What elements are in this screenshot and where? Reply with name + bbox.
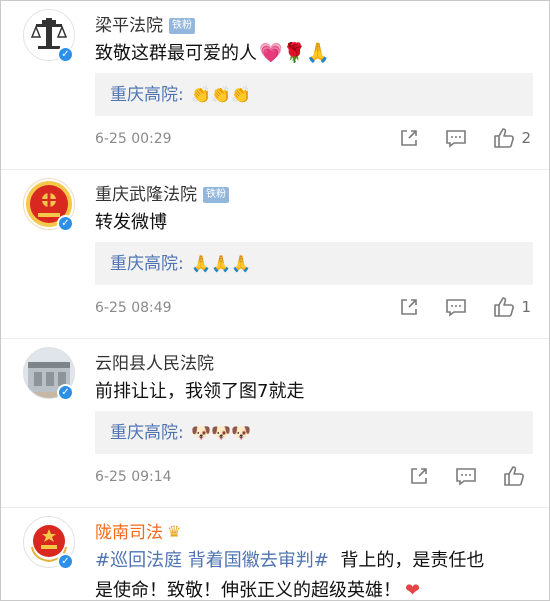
thumbs-up-icon (494, 128, 515, 148)
action-bar (383, 465, 531, 487)
share-button[interactable] (399, 128, 419, 148)
share-button[interactable] (409, 466, 429, 486)
comment-text-content: 致敬这群最可爱的人 (95, 43, 257, 64)
thumbs-up-icon (494, 297, 515, 317)
crown-icon: ♛ (167, 522, 182, 541)
comment-text-part: 是使命！致敬！伸张正义的超级英雄！ (95, 580, 401, 601)
comment-item: ✓ 陇南司法 ♛ #巡回法庭 背着国徽去审判# 背上的，是责任也 是使命！致敬！伸… (1, 508, 549, 601)
fan-badge: 铁粉 (169, 18, 195, 34)
comment-text-part: 背上的，是责任也 (328, 550, 485, 571)
timestamp: 6-25 09:14 (95, 469, 172, 485)
reply-quote[interactable]: 重庆高院: 👏👏👏 (95, 73, 533, 116)
comment-item: ✓ 梁平法院 铁粉 致敬这群最可爱的人 💗🌹🙏 重庆高院: 👏👏👏 6-25 00:… (1, 1, 549, 170)
verified-icon: ✓ (57, 553, 74, 570)
quote-author[interactable]: 重庆高院: (110, 423, 184, 443)
comment-list: ✓ 梁平法院 铁粉 致敬这群最可爱的人 💗🌹🙏 重庆高院: 👏👏👏 6-25 00:… (0, 0, 550, 601)
heart-icon: ❤ (405, 580, 421, 601)
thumbs-up-icon (504, 466, 524, 486)
comment-item: ✓ 重庆武隆法院 铁粉 转发微博 重庆高院: 🙏🙏🙏 6-25 08:49 1 (1, 170, 549, 339)
quote-emoji: 🐶🐶🐶 (191, 423, 251, 442)
quote-author[interactable]: 重庆高院: (110, 85, 184, 105)
verified-icon: ✓ (57, 46, 74, 63)
action-bar: 2 (373, 127, 531, 149)
reply-quote[interactable]: 重庆高院: 🐶🐶🐶 (95, 411, 533, 454)
commenter-name-text[interactable]: 陇南司法 (95, 523, 163, 543)
comment-text: 前排让让，我领了图7就走 (95, 381, 305, 402)
comment-text: 转发微博 (95, 208, 167, 234)
comment-text-content: 转发微博 (95, 212, 167, 233)
comment-text: #巡回法庭 背着国徽去审判# 背上的，是责任也 是使命！致敬！伸张正义的超级英雄… (95, 546, 535, 601)
like-button[interactable]: 2 (493, 127, 531, 149)
action-bar: 1 (373, 296, 531, 318)
comment-button[interactable] (455, 466, 477, 486)
like-button[interactable] (503, 465, 531, 487)
fan-badge: 铁粉 (203, 187, 229, 203)
commenter-name[interactable]: 重庆武隆法院 铁粉 (95, 180, 229, 205)
verified-icon: ✓ (57, 215, 74, 232)
hashtag-link[interactable]: #巡回法庭 背着国徽去审判# (95, 550, 329, 571)
like-count: 2 (521, 129, 531, 147)
comment-text: 致敬这群最可爱的人 💗🌹🙏 (95, 39, 330, 65)
commenter-name[interactable]: 陇南司法 ♛ (95, 518, 181, 543)
share-icon (401, 299, 418, 315)
share-icon (401, 130, 418, 146)
quote-emoji: 🙏🙏🙏 (191, 254, 251, 273)
like-button[interactable]: 1 (493, 296, 531, 318)
comment-icon (456, 468, 476, 486)
quote-emoji: 👏👏👏 (191, 85, 251, 104)
comment-emoji: 💗🌹🙏 (259, 42, 330, 64)
comment-button[interactable] (445, 128, 467, 148)
quote-author[interactable]: 重庆高院: (110, 254, 184, 274)
verified-icon: ✓ (57, 384, 74, 401)
comment-icon (446, 299, 467, 317)
commenter-name[interactable]: 云阳县人民法院 (95, 349, 214, 374)
like-count: 1 (521, 298, 531, 316)
commenter-name-text[interactable]: 梁平法院 (95, 16, 163, 36)
comment-button[interactable] (445, 297, 467, 317)
timestamp: 6-25 00:29 (95, 131, 172, 147)
commenter-name-text[interactable]: 重庆武隆法院 (95, 185, 197, 205)
timestamp: 6-25 08:49 (95, 300, 172, 316)
comment-item: ✓ 云阳县人民法院 前排让让，我领了图7就走 重庆高院: 🐶🐶🐶 6-25 09… (1, 339, 549, 508)
comment-icon (446, 130, 467, 148)
share-button[interactable] (399, 297, 419, 317)
commenter-name[interactable]: 梁平法院 铁粉 (95, 11, 195, 36)
reply-quote[interactable]: 重庆高院: 🙏🙏🙏 (95, 242, 533, 285)
share-icon (411, 468, 427, 484)
